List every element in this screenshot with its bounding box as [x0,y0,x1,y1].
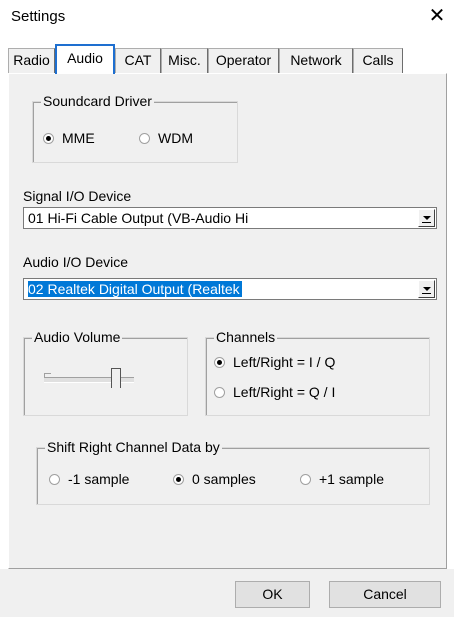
radio-unchecked-icon [300,473,311,485]
tab-audio[interactable]: Audio [55,44,115,74]
tab-strip: Radio Audio CAT Misc. Operator Network C… [0,38,454,74]
radio-mme[interactable]: MME [43,129,95,147]
radio-wdm-label: WDM [158,130,193,146]
radio-minus-1-label: -1 sample [68,471,130,487]
tab-cat[interactable]: CAT [115,48,161,73]
dropdown-arrow-icon[interactable] [418,280,435,298]
shift-channel-label: Shift Right Channel Data by [45,439,222,455]
radio-unchecked-icon [49,473,60,485]
tab-calls[interactable]: Calls [353,48,403,73]
soundcard-driver-label: Soundcard Driver [41,93,154,109]
close-icon[interactable]: ✕ [427,3,447,29]
radio-checked-icon [43,132,54,144]
channels-label: Channels [214,329,278,345]
radio-checked-icon [214,356,225,368]
radio-lr-iq-label: Left/Right = I / Q [233,354,336,370]
soundcard-driver-group: Soundcard Driver MME WDM [32,93,238,163]
ok-button[interactable]: OK [235,581,310,608]
dropdown-arrow-icon[interactable] [418,209,435,227]
title-bar: Settings ✕ [0,0,454,34]
tab-misc[interactable]: Misc. [161,48,208,73]
shift-channel-group: Shift Right Channel Data by -1 sample 0 … [36,439,430,505]
tab-network[interactable]: Network [279,48,353,73]
signal-io-select[interactable]: 01 Hi-Fi Cable Output (VB-Audio Hi [23,207,437,229]
audio-io-select[interactable]: 02 Realtek Digital Output (Realtek [23,278,437,300]
audio-volume-group: Audio Volume [23,329,188,416]
audio-volume-label: Audio Volume [32,329,123,345]
tab-operator[interactable]: Operator [208,48,279,73]
audio-io-value: 02 Realtek Digital Output (Realtek [28,281,242,297]
radio-0-samples[interactable]: 0 samples [173,470,256,488]
window-title: Settings [11,8,66,25]
radio-0-samples-label: 0 samples [192,471,256,487]
radio-lr-iq[interactable]: Left/Right = I / Q [214,353,335,371]
radio-lr-qi-label: Left/Right = Q / I [233,384,336,400]
button-bar: OK Cancel [0,569,454,617]
radio-wdm[interactable]: WDM [139,129,193,147]
radio-lr-qi[interactable]: Left/Right = Q / I [214,383,335,401]
radio-checked-icon [173,473,184,485]
signal-io-value: 01 Hi-Fi Cable Output (VB-Audio Hi [28,210,249,226]
audio-tab-page: Soundcard Driver MME WDM Signal I/O Devi… [8,73,447,569]
radio-minus-1-sample[interactable]: -1 sample [49,470,129,488]
cancel-button[interactable]: Cancel [329,581,441,608]
radio-mme-label: MME [62,130,95,146]
signal-io-label: Signal I/O Device [23,188,132,204]
audio-volume-slider-thumb[interactable] [111,368,121,388]
audio-io-label: Audio I/O Device [23,254,129,270]
radio-unchecked-icon [214,386,225,398]
radio-plus-1-label: +1 sample [319,471,384,487]
tab-radio[interactable]: Radio [8,48,55,73]
radio-unchecked-icon [139,132,150,144]
channels-group: Channels Left/Right = I / Q Left/Right =… [205,329,430,416]
radio-plus-1-sample[interactable]: +1 sample [300,470,384,488]
